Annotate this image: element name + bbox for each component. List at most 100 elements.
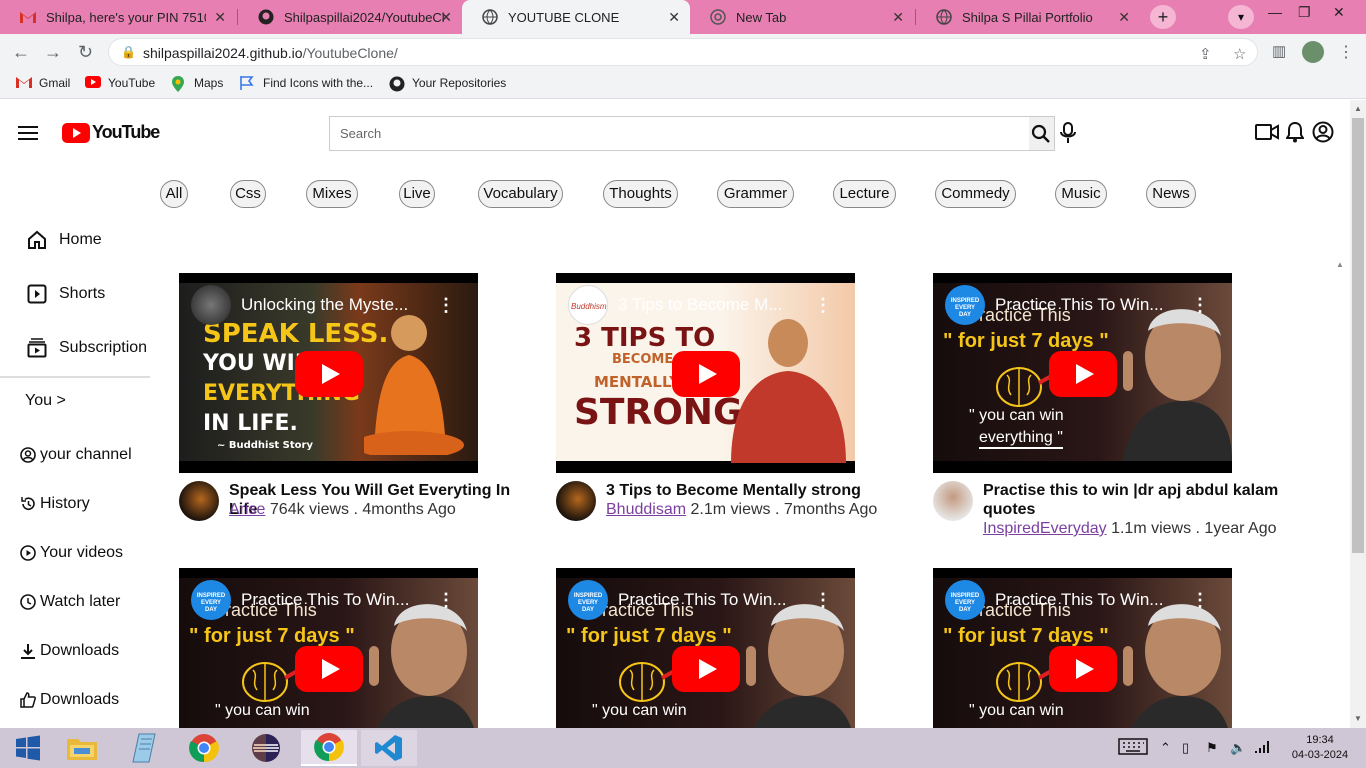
sidebar-item-downloads[interactable]: Downloads	[20, 642, 119, 660]
video-thumbnail[interactable]: ractice This " for just 7 days " " you c…	[556, 568, 855, 728]
flag-icon[interactable]: ⚑	[1206, 740, 1218, 756]
chip-commedy[interactable]: Commedy	[935, 180, 1016, 208]
new-tab-button[interactable]: +	[1150, 5, 1176, 29]
keyboard-icon[interactable]	[1118, 738, 1148, 759]
eclipse-app[interactable]	[238, 730, 294, 766]
sidebar-item-downloads-2[interactable]: Downloads	[20, 691, 119, 709]
scroll-down-icon[interactable]: ▼	[1354, 714, 1362, 723]
more-options-icon[interactable]: ⋮	[1191, 590, 1209, 611]
chip-lecture[interactable]: Lecture	[833, 180, 896, 208]
video-thumbnail[interactable]: 3 TIPS TO BECOME MENTALLY STRONG Buddhis…	[556, 273, 855, 473]
chip-vocabulary[interactable]: Vocabulary	[478, 180, 563, 208]
channel-name-link[interactable]: Bhuddisam	[606, 501, 686, 518]
minimize-icon[interactable]: —	[1268, 4, 1282, 20]
page-scrollbar[interactable]: ▲ ▼	[1350, 100, 1366, 728]
network-device-icon[interactable]: ▯	[1182, 740, 1189, 756]
vscode-app[interactable]	[361, 730, 417, 766]
chrome-app-active[interactable]	[301, 730, 357, 766]
video-thumbnail[interactable]: ractice This " for just 7 days " " you c…	[179, 568, 478, 728]
search-button[interactable]	[1029, 116, 1055, 151]
search-input[interactable]: Search	[329, 116, 1029, 151]
channel-avatar[interactable]	[556, 481, 596, 521]
star-icon[interactable]: ☆	[1233, 45, 1246, 63]
forward-icon[interactable]: →	[44, 42, 62, 63]
play-button-icon[interactable]	[295, 351, 363, 397]
tab-github[interactable]: Shilpaspillai2024/YoutubeClone ✕	[238, 0, 462, 34]
bookmark-repositories[interactable]: Your Repositories	[389, 76, 506, 92]
play-button-icon[interactable]	[1049, 646, 1117, 692]
play-button-icon[interactable]	[1049, 351, 1117, 397]
chip-music[interactable]: Music	[1055, 180, 1107, 208]
video-thumbnail[interactable]: ractice This " for just 7 days " " you c…	[933, 568, 1232, 728]
chip-thoughts[interactable]: Thoughts	[603, 180, 678, 208]
sidebar-item-your-channel[interactable]: your channel	[20, 446, 132, 464]
tab-portfolio[interactable]: Shilpa S Pillai Portfolio ✕	[916, 0, 1140, 34]
sidebar-item-home[interactable]: Home	[27, 230, 102, 250]
close-window-icon[interactable]: ✕	[1333, 4, 1345, 21]
video-thumbnail[interactable]: ractice This " for just 7 days " " you c…	[933, 273, 1232, 473]
side-panel-icon[interactable]: ▥	[1272, 42, 1286, 60]
play-button-icon[interactable]	[672, 351, 740, 397]
sidebar-item-you[interactable]: You >	[25, 392, 66, 410]
chip-live[interactable]: Live	[399, 180, 435, 208]
chip-css[interactable]: Css	[230, 180, 266, 208]
more-options-icon[interactable]: ⋮	[814, 590, 832, 611]
system-clock[interactable]: 19:34 04-03-2024	[1290, 733, 1350, 763]
restore-icon[interactable]: ❐	[1298, 4, 1311, 21]
close-icon[interactable]: ✕	[668, 9, 680, 26]
share-icon[interactable]: ⇪	[1199, 45, 1212, 63]
file-explorer-app[interactable]	[54, 730, 110, 766]
back-icon[interactable]: ←	[12, 42, 30, 63]
channel-avatar[interactable]	[933, 481, 973, 521]
more-options-icon[interactable]: ⋮	[814, 295, 832, 316]
bookmark-find-icons[interactable]: Find Icons with the...	[240, 76, 373, 90]
youtube-logo[interactable]: YouTube	[62, 122, 160, 143]
profile-avatar[interactable]	[1302, 41, 1324, 63]
chip-news[interactable]: News	[1146, 180, 1196, 208]
more-options-icon[interactable]: ⋮	[437, 590, 455, 611]
scrollbar-thumb[interactable]	[1352, 118, 1364, 553]
sidebar-item-subscription[interactable]: Subscription	[27, 338, 147, 358]
volume-icon[interactable]: 🔈	[1230, 740, 1246, 756]
inner-scroll-up-icon[interactable]: ▲	[1336, 260, 1344, 269]
chip-mixes[interactable]: Mixes	[306, 180, 358, 208]
more-options-icon[interactable]: ⋮	[1191, 295, 1209, 316]
video-thumbnail[interactable]: SPEAK LESS. YOU WILL EVERYTHING IN LIFE.…	[179, 273, 478, 473]
tab-search-button[interactable]: ▾	[1228, 5, 1254, 29]
menu-icon[interactable]: ⋮	[1338, 42, 1354, 62]
tab-gmail[interactable]: Shilpa, here's your PIN 751026 ✕	[0, 0, 236, 34]
video-title[interactable]: 3 Tips to Become Mentally strong	[606, 481, 906, 500]
close-icon[interactable]: ✕	[1118, 9, 1130, 26]
reload-icon[interactable]: ↻	[78, 42, 93, 63]
account-icon[interactable]	[1312, 121, 1334, 143]
close-icon[interactable]: ✕	[892, 9, 904, 26]
sidebar-item-history[interactable]: History	[20, 495, 90, 513]
close-icon[interactable]: ✕	[440, 9, 452, 26]
play-button-icon[interactable]	[295, 646, 363, 692]
bookmark-maps[interactable]: Maps	[171, 76, 223, 92]
channel-name-link[interactable]: InspiredEveryday	[983, 520, 1107, 537]
tab-youtube-clone[interactable]: YOUTUBE CLONE ✕	[462, 0, 690, 34]
close-icon[interactable]: ✕	[214, 9, 226, 26]
bookmark-youtube[interactable]: YouTube	[85, 76, 155, 90]
sidebar-item-watch-later[interactable]: Watch later	[20, 593, 120, 611]
hamburger-menu-icon[interactable]	[18, 126, 38, 140]
sidebar-item-shorts[interactable]: Shorts	[27, 284, 105, 304]
tab-new-tab[interactable]: New Tab ✕	[690, 0, 914, 34]
show-hidden-icons[interactable]: ⌃	[1160, 740, 1171, 756]
notifications-bell-icon[interactable]	[1286, 121, 1304, 143]
chrome-app[interactable]	[176, 730, 232, 766]
more-options-icon[interactable]: ⋮	[437, 295, 455, 316]
microphone-icon[interactable]	[1060, 122, 1076, 144]
notepad-app[interactable]	[116, 730, 172, 766]
scroll-up-icon[interactable]: ▲	[1354, 104, 1362, 113]
chip-grammer[interactable]: Grammer	[717, 180, 794, 208]
bookmark-gmail[interactable]: Gmail	[16, 76, 70, 90]
network-signal-icon[interactable]	[1254, 740, 1270, 757]
channel-name-link[interactable]: Arise	[229, 501, 265, 518]
play-button-icon[interactable]	[672, 646, 740, 692]
chip-all[interactable]: All	[160, 180, 188, 208]
address-bar[interactable]: 🔒 shilpaspillai2024.github.io/YoutubeClo…	[108, 38, 1258, 66]
channel-avatar[interactable]	[179, 481, 219, 521]
create-video-icon[interactable]	[1255, 123, 1279, 141]
